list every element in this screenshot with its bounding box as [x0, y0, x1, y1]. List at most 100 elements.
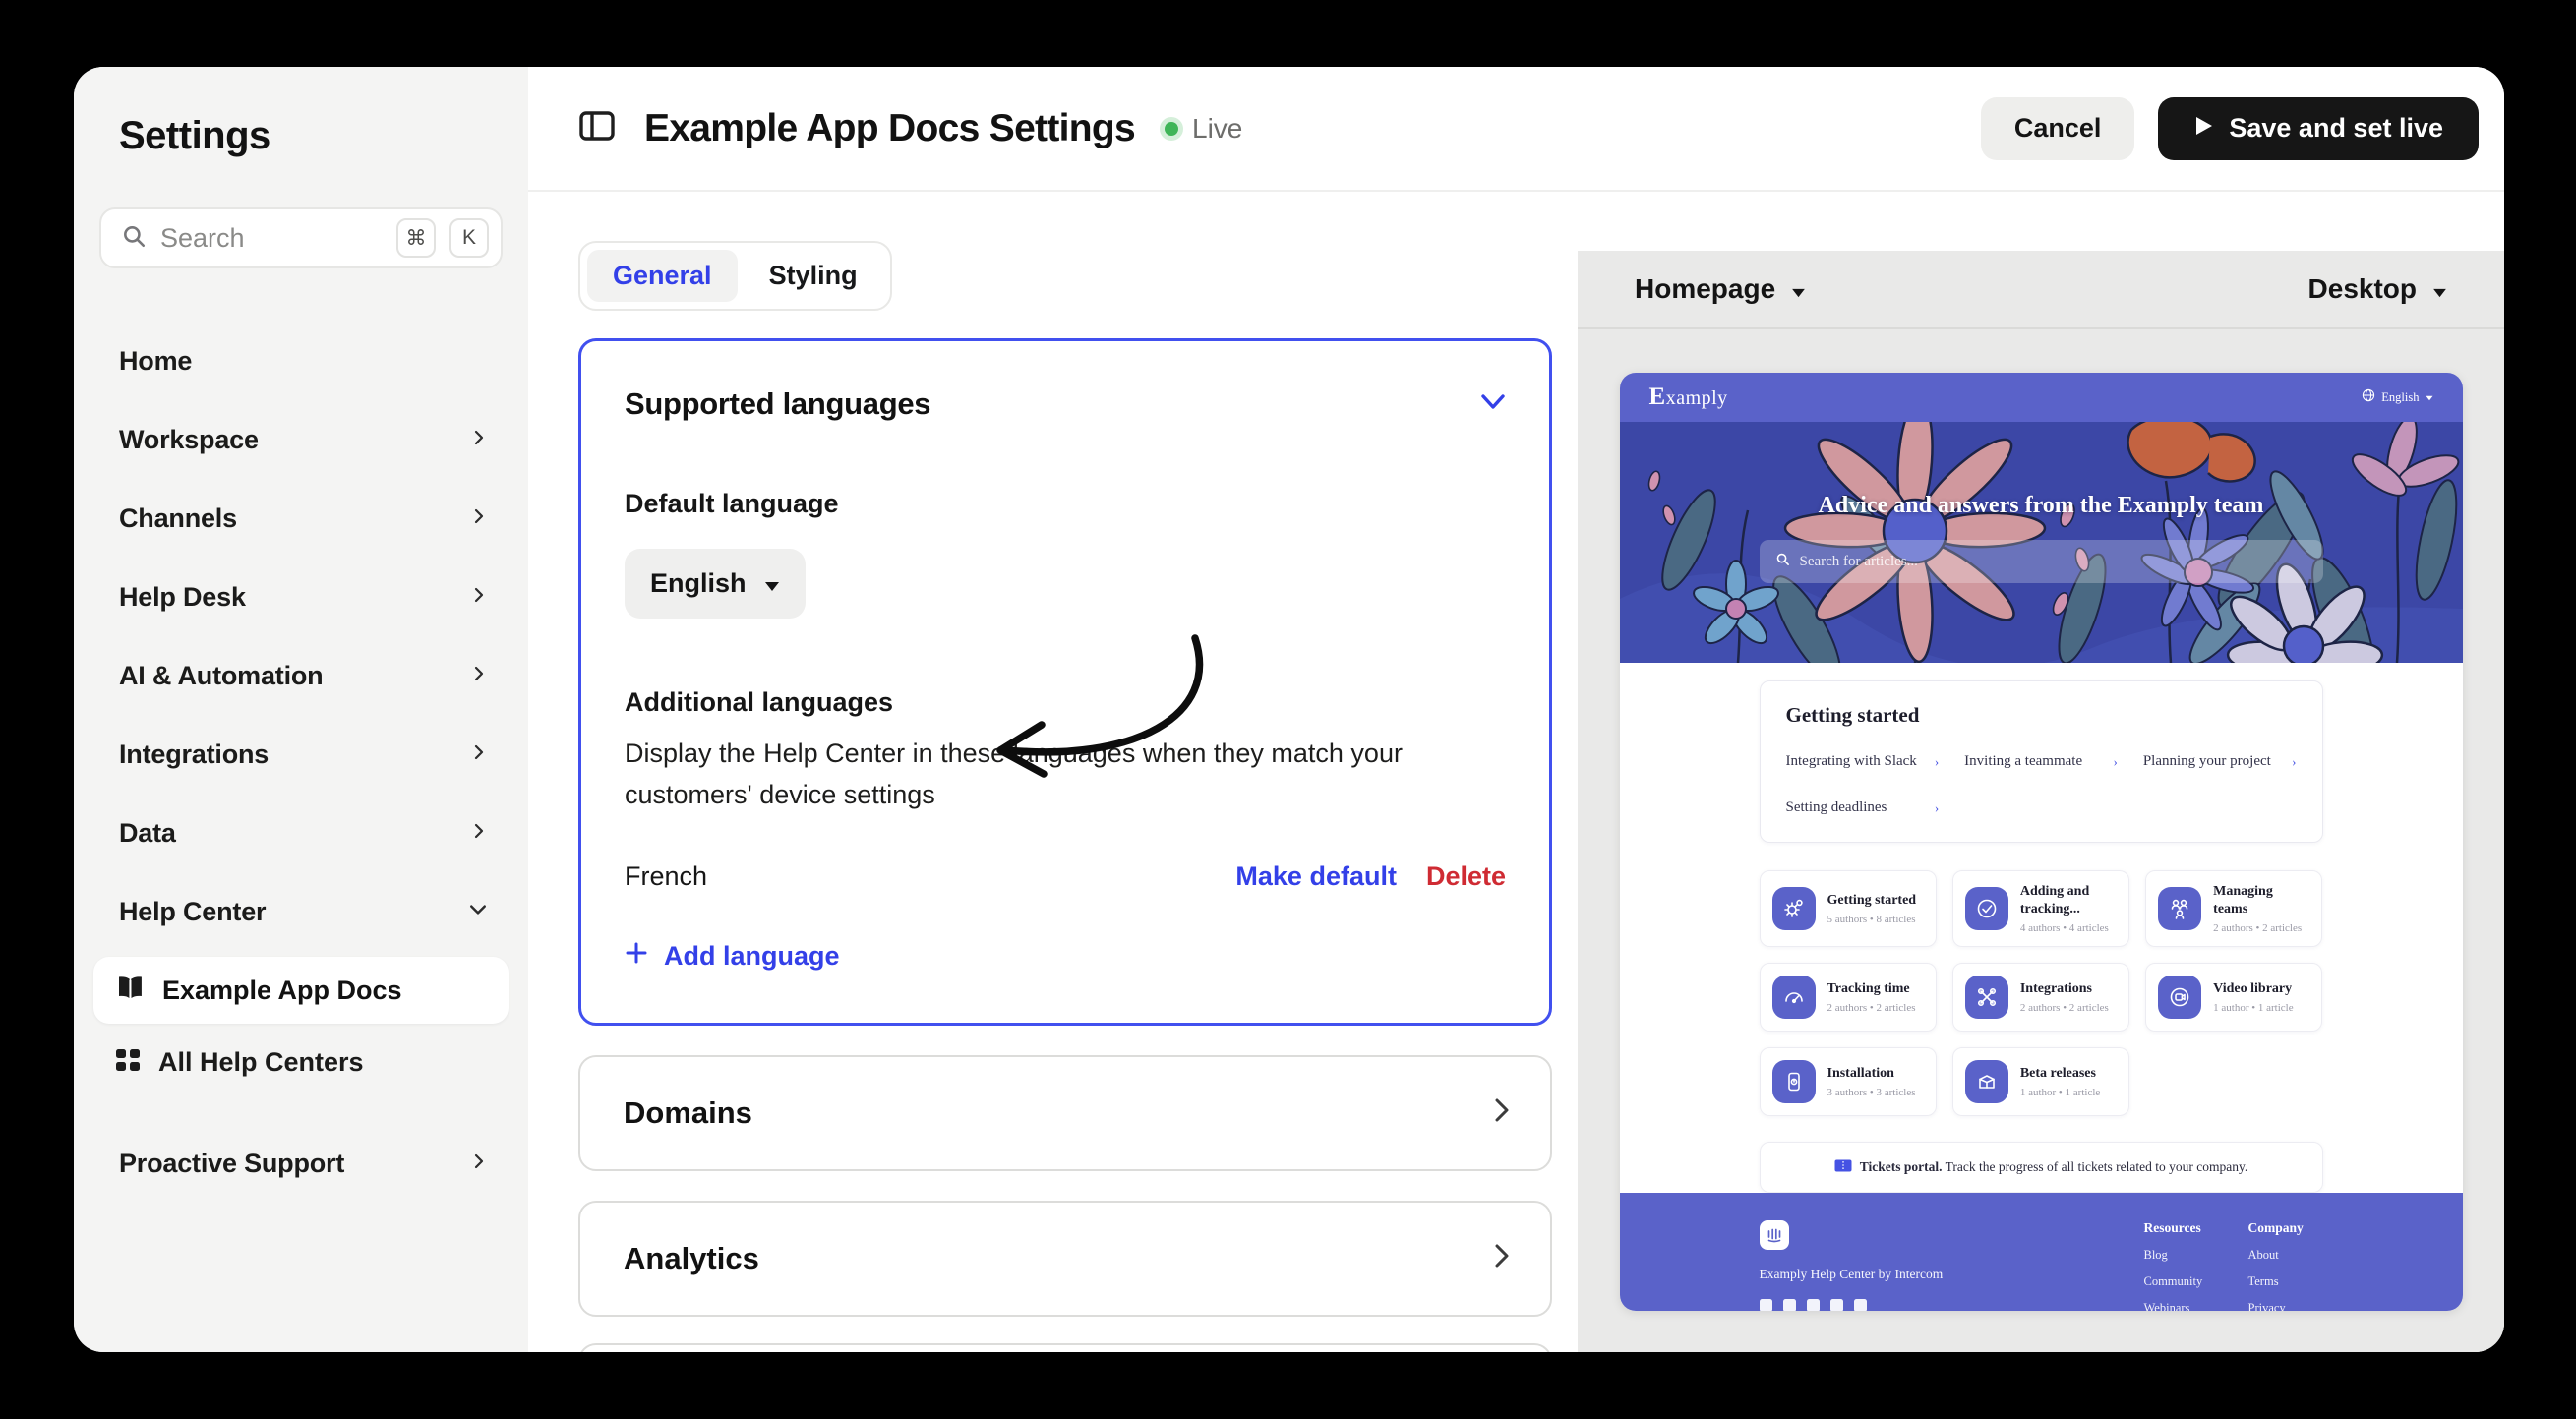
preview-site-navbar: Examply English	[1620, 373, 2463, 422]
quicklinks-title: Getting started	[1786, 703, 2297, 728]
chevron-right-icon: ›	[2113, 754, 2117, 770]
sidebar-item-home[interactable]: Home	[93, 322, 509, 400]
footer-link[interactable]: Privacy	[2248, 1301, 2323, 1312]
caret-down-icon	[1791, 273, 1806, 305]
social-icon[interactable]	[1807, 1299, 1820, 1312]
social-icon[interactable]	[1830, 1299, 1843, 1312]
language-name: French	[625, 861, 707, 892]
app-window: Settings ⌘ K Home Workspace Channels	[74, 67, 2504, 1352]
sidebar-item-proactive-support[interactable]: Proactive Support	[93, 1124, 509, 1203]
collection-card[interactable]: Video library1 author • 1 article	[2145, 963, 2322, 1032]
sidebar-item-channels[interactable]: Channels	[93, 479, 509, 558]
sidebar-item-help-desk[interactable]: Help Desk	[93, 558, 509, 636]
search-input[interactable]	[160, 223, 383, 254]
preview-viewport: Examply English	[1578, 329, 2504, 1352]
caret-down-icon	[2432, 273, 2447, 305]
preview-language-selector[interactable]: English	[2362, 388, 2432, 406]
footer-link[interactable]: Webinars	[2144, 1301, 2219, 1312]
chevron-right-icon: ›	[1935, 754, 1939, 770]
collection-card[interactable]: Integrations2 authors • 2 articles	[1952, 963, 2129, 1032]
analytics-section[interactable]: Analytics	[578, 1201, 1552, 1317]
intercom-logo-icon	[1760, 1220, 1789, 1250]
social-icon[interactable]	[1783, 1299, 1796, 1312]
hero-banner: Advice and answers from the Examply team…	[1620, 422, 2463, 663]
default-language-dropdown[interactable]: English	[625, 549, 806, 619]
ticket-icon	[1834, 1159, 1852, 1176]
preview-panel: Homepage Desktop Examply	[1578, 192, 2504, 1352]
footer-company-column: Company About Terms Privacy	[2248, 1220, 2323, 1312]
sidebar-item-help-center[interactable]: Help Center	[93, 872, 509, 951]
footer-link[interactable]: Blog	[2144, 1248, 2219, 1263]
sidebar-toggle-icon[interactable]	[577, 108, 617, 148]
save-and-set-live-button[interactable]: Save and set live	[2158, 97, 2479, 160]
search-box[interactable]: ⌘ K	[99, 207, 503, 268]
chevron-down-icon	[469, 901, 487, 923]
status-badge: Live	[1165, 113, 1242, 145]
shortcut-k-key: K	[449, 218, 489, 258]
hero-search-bar[interactable]: Search for articles...	[1760, 540, 2323, 583]
preview-site-footer: Examply Help Center by Intercom	[1620, 1193, 2463, 1311]
language-row-french: French Make default Delete	[625, 861, 1506, 892]
chevron-right-icon	[471, 430, 487, 450]
collection-card[interactable]: Tracking time2 authors • 2 articles	[1760, 963, 1937, 1032]
tab-styling[interactable]: Styling	[744, 250, 883, 302]
tab-general[interactable]: General	[587, 250, 738, 302]
footer-tagline: Examply Help Center by Intercom	[1760, 1267, 1944, 1282]
additional-languages-title: Additional languages	[625, 687, 1506, 718]
page-title: Example App Docs Settings	[644, 107, 1135, 150]
quicklink-article[interactable]: Inviting a teammate›	[1964, 753, 2118, 770]
chevron-right-icon	[471, 587, 487, 608]
quicklink-article[interactable]: Setting deadlines›	[1786, 799, 1940, 816]
search-icon	[1775, 552, 1790, 571]
domains-section[interactable]: Domains	[578, 1055, 1552, 1171]
privacy-section[interactable]: Privacy	[578, 1343, 1552, 1352]
chevron-right-icon	[1493, 1097, 1511, 1128]
chevron-right-icon	[471, 1153, 487, 1174]
cancel-button[interactable]: Cancel	[1981, 97, 2135, 160]
sidebar-item-workspace[interactable]: Workspace	[93, 400, 509, 479]
supported-languages-title: Supported languages	[625, 386, 930, 422]
sidebar-spacer	[93, 1094, 509, 1124]
globe-icon	[2362, 388, 2375, 406]
sidebar-title: Settings	[119, 114, 509, 158]
chevron-right-icon: ›	[1935, 800, 1939, 816]
device-icon	[1772, 1060, 1816, 1103]
collection-card[interactable]: Installation3 authors • 3 articles	[1760, 1047, 1937, 1116]
brand-logo: Examply	[1649, 384, 1728, 411]
book-icon	[115, 976, 145, 1006]
collection-card[interactable]: Managing teams2 authors • 2 articles	[2145, 870, 2322, 947]
delete-language-button[interactable]: Delete	[1426, 861, 1506, 892]
footer-link[interactable]: Community	[2144, 1274, 2219, 1289]
caret-down-icon	[2426, 390, 2433, 405]
add-language-button[interactable]: Add language	[625, 941, 840, 972]
gauge-icon	[1772, 976, 1816, 1019]
page-selector-dropdown[interactable]: Homepage	[1635, 273, 1806, 305]
settings-sidebar: Settings ⌘ K Home Workspace Channels	[74, 67, 528, 1352]
collection-card[interactable]: Adding and tracking...4 authors • 4 arti…	[1952, 870, 2129, 947]
plus-icon	[625, 941, 648, 972]
preview-toolbar: Homepage Desktop	[1578, 251, 2504, 329]
collection-card[interactable]: Beta releases1 author • 1 article	[1952, 1047, 2129, 1116]
collapse-chevron-icon[interactable]	[1480, 393, 1506, 416]
social-icons	[1760, 1299, 1944, 1312]
collection-card[interactable]: Getting started5 authors • 8 articles	[1760, 870, 1937, 947]
social-icon[interactable]	[1760, 1299, 1772, 1312]
video-icon	[2158, 976, 2201, 1019]
quicklink-article[interactable]: Integrating with Slack›	[1786, 753, 1940, 770]
footer-resources-column: Resources Blog Community Webinars	[2144, 1220, 2219, 1312]
sidebar-item-all-help-centers[interactable]: All Help Centers	[93, 1030, 509, 1094]
sidebar-item-integrations[interactable]: Integrations	[93, 715, 509, 794]
social-icon[interactable]	[1854, 1299, 1867, 1312]
sidebar-item-data[interactable]: Data	[93, 794, 509, 872]
search-icon	[121, 223, 147, 254]
sidebar-item-example-app-docs[interactable]: Example App Docs	[93, 957, 509, 1024]
footer-link[interactable]: About	[2248, 1248, 2323, 1263]
tickets-portal-link[interactable]: Tickets portal. Track the progress of al…	[1760, 1142, 2323, 1193]
tab-bar: General Styling	[578, 241, 892, 311]
device-selector-dropdown[interactable]: Desktop	[2308, 273, 2447, 305]
sidebar-item-ai-automation[interactable]: AI & Automation	[93, 636, 509, 715]
make-default-button[interactable]: Make default	[1235, 861, 1397, 892]
quicklink-article[interactable]: Planning your project›	[2143, 753, 2297, 770]
chevron-right-icon	[471, 744, 487, 765]
footer-link[interactable]: Terms	[2248, 1274, 2323, 1289]
